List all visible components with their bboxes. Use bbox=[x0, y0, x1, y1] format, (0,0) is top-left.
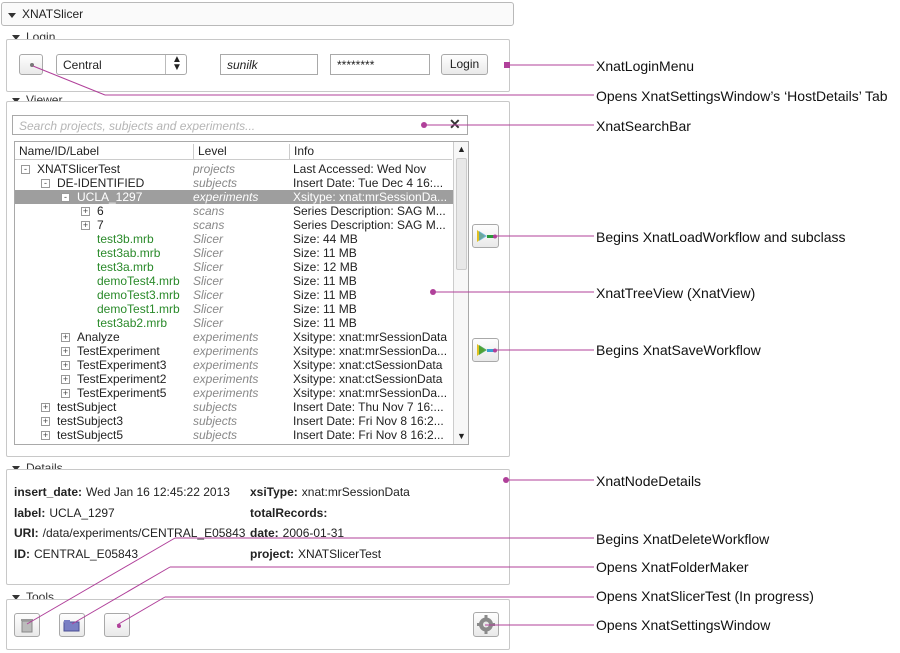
tree-view-marker bbox=[430, 289, 436, 295]
leader-slicer-test bbox=[116, 596, 166, 626]
leader-settings-tab bbox=[32, 65, 106, 96]
annotation-slicer-test: Opens XnatSlicerTest (In progress) bbox=[596, 588, 814, 604]
annotation-login-menu: XnatLoginMenu bbox=[596, 58, 695, 74]
node-details-marker bbox=[503, 477, 509, 483]
annotation-settings-tab: Opens XnatSettingsWindow’s ‘HostDetails’… bbox=[596, 88, 888, 104]
annotation-folder-maker: Opens XnatFolderMaker bbox=[596, 559, 749, 575]
leader-folder-maker bbox=[71, 566, 171, 625]
annotation-delete-workflow: Begins XnatDeleteWorkflow bbox=[596, 531, 770, 547]
annotation-save-workflow: Begins XnatSaveWorkflow bbox=[596, 342, 761, 358]
leader-delete-workflow bbox=[26, 537, 176, 625]
annotation-load-workflow: Begins XnatLoadWorkflow and subclass bbox=[596, 229, 846, 245]
search-bar-marker bbox=[421, 122, 427, 128]
login-menu-marker bbox=[504, 62, 510, 68]
annotation-node-details: XnatNodeDetails bbox=[596, 473, 702, 489]
annotation-search-bar: XnatSearchBar bbox=[596, 118, 691, 134]
annotation-tree-view: XnatTreeView (XnatView) bbox=[596, 285, 756, 301]
annotation-settings-window: Opens XnatSettingsWindow bbox=[596, 617, 771, 633]
